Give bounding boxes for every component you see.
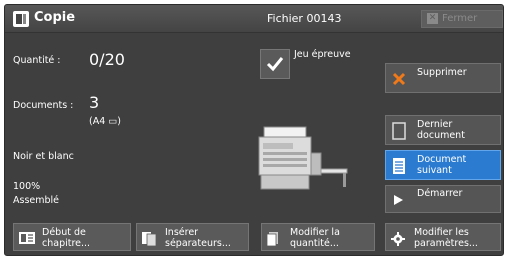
delete-button[interactable]: Supprimer (385, 63, 501, 93)
separator-icon (142, 232, 157, 246)
color-mode: Noir et blanc (13, 151, 74, 162)
last-document-label: Dernier document (417, 119, 465, 141)
file-label: Fichier 00143 (267, 12, 342, 25)
chapter-icon (19, 232, 35, 244)
close-button-label: Fermer (442, 13, 478, 24)
quantity-icon (267, 232, 278, 246)
quantity-value: 0/20 (89, 50, 125, 69)
proof-checkbox[interactable] (260, 49, 290, 79)
copy-panel: Copie Fichier 00143 ✕ Fermer Quantité : … (4, 4, 504, 256)
next-document-label: Document suivant (417, 154, 467, 176)
start-button-label: Démarrer (417, 188, 463, 199)
documents-format: (A4 ▭) (89, 116, 121, 127)
chapter-start-label: Début de chapitre... (42, 227, 91, 249)
insert-separators-button[interactable]: Insérer séparateurs... (136, 223, 249, 251)
change-parameters-label: Modifier les paramètres... (414, 227, 478, 249)
play-icon (394, 195, 403, 205)
chapter-start-button[interactable]: Début de chapitre... (13, 223, 131, 251)
insert-separators-label: Insérer séparateurs... (165, 227, 231, 249)
printer-illustration (258, 126, 348, 190)
title-bar: Copie Fichier 00143 ✕ Fermer (5, 5, 503, 33)
zoom-value: 100% (13, 181, 41, 192)
close-button[interactable]: ✕ Fermer (421, 10, 503, 28)
list-document-icon (393, 158, 405, 174)
start-button[interactable]: Démarrer (385, 185, 501, 213)
app-title: Copie (34, 10, 76, 25)
change-quantity-label: Modifier la quantité... (290, 227, 340, 249)
proof-label: Jeu épreuve (294, 49, 351, 60)
change-parameters-button[interactable]: Modifier les paramètres... (385, 223, 501, 251)
checkmark-icon (266, 57, 284, 72)
next-document-button[interactable]: Document suivant (385, 150, 501, 180)
collation-value: Assemblé (13, 195, 60, 206)
cross-icon (392, 72, 406, 86)
documents-label: Documents : (13, 100, 74, 111)
copy-app-icon (13, 11, 29, 27)
documents-value: 3 (89, 93, 100, 112)
delete-button-label: Supprimer (417, 67, 467, 78)
change-quantity-button[interactable]: Modifier la quantité... (261, 223, 375, 251)
quantity-label: Quantité : (13, 55, 61, 66)
gear-icon (391, 232, 405, 246)
close-icon: ✕ (427, 13, 438, 24)
last-document-button[interactable]: Dernier document (385, 115, 501, 145)
document-icon (392, 122, 406, 140)
